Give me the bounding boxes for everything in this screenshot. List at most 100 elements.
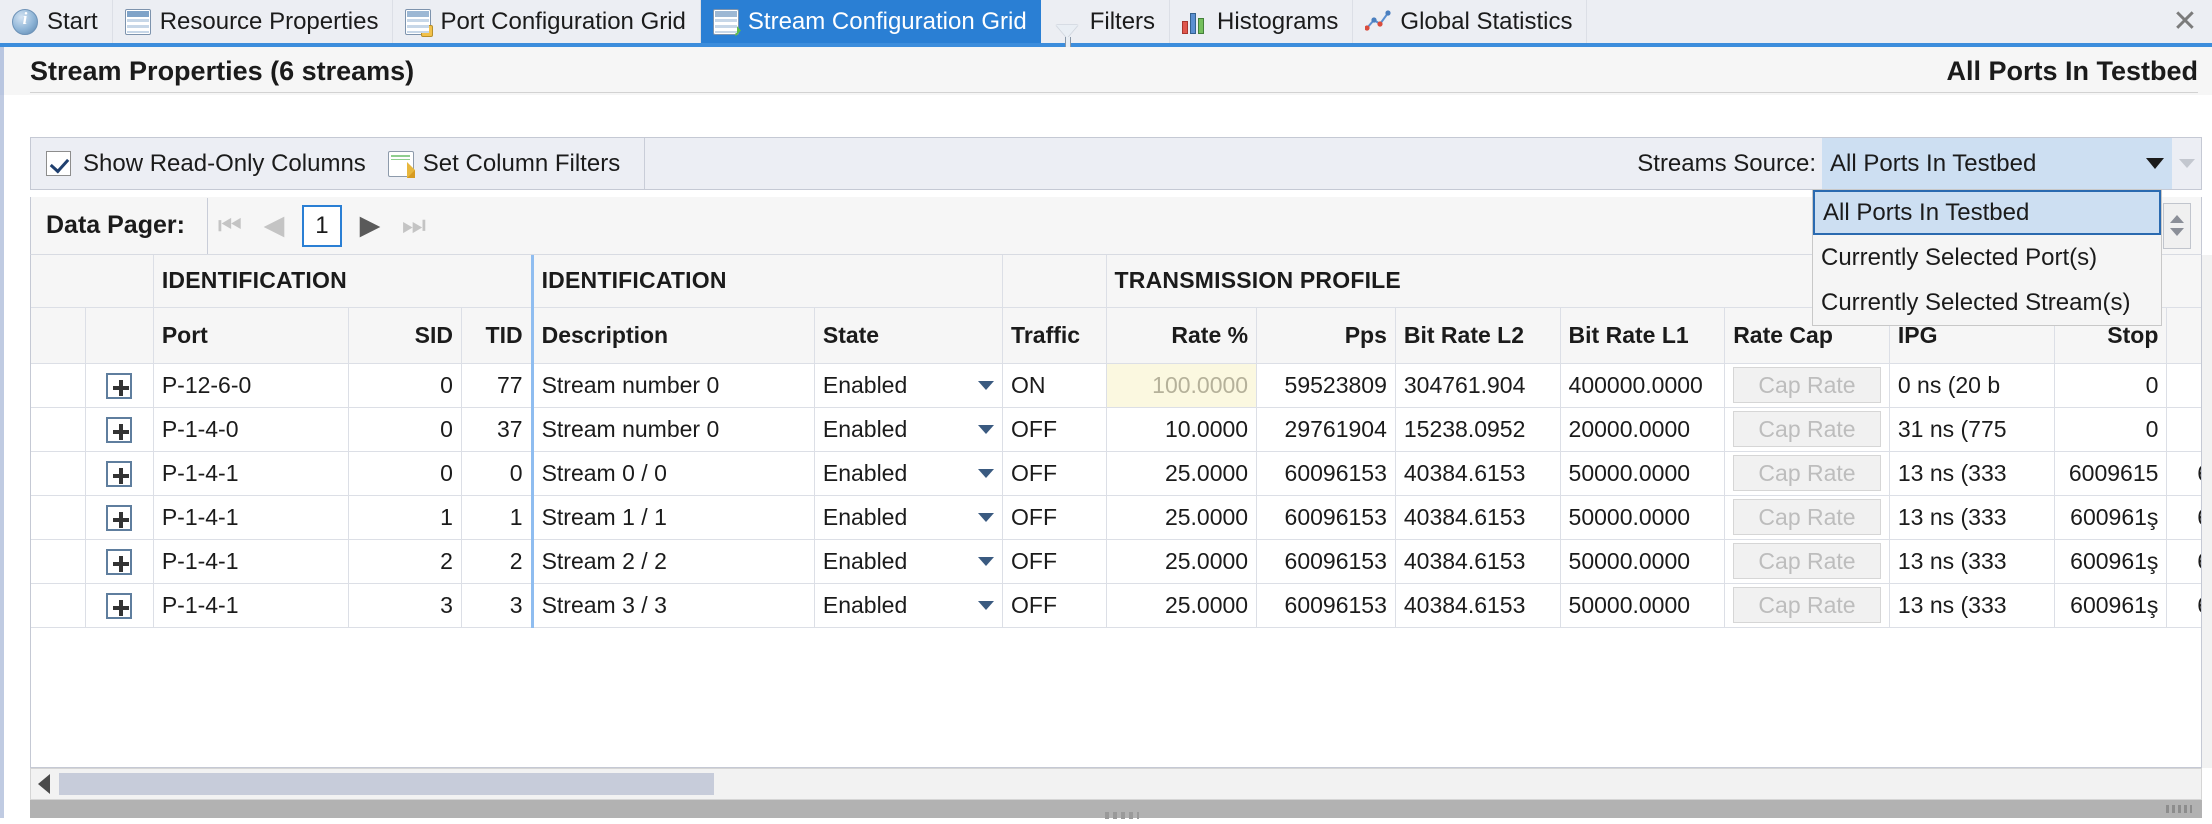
cell-traffic[interactable]: OFF <box>1002 495 1107 540</box>
dropdown-option-currently-selected-ports[interactable]: Currently Selected Port(s) <box>1813 235 2161 280</box>
cell-traffic[interactable]: ON <box>1002 363 1107 408</box>
cell-traffic[interactable]: OFF <box>1002 583 1107 628</box>
horizontal-scroll-thumb[interactable] <box>59 773 714 795</box>
cell-tid[interactable]: 0 <box>461 451 533 496</box>
cell-bit-rate-l1[interactable]: 50000.0000 <box>1560 539 1726 584</box>
cell-sid[interactable]: 0 <box>348 407 462 452</box>
cell-pps[interactable]: 29761904 <box>1256 407 1396 452</box>
stepper-up-icon[interactable] <box>2170 215 2184 223</box>
horizontal-scrollbar[interactable] <box>30 768 2202 800</box>
scroll-left-arrow-icon[interactable] <box>31 769 57 799</box>
cell-rate-percent[interactable]: 10.0000 <box>1106 407 1258 452</box>
cell-state[interactable]: Enabled <box>814 407 1004 452</box>
col-header-description[interactable]: Description <box>530 307 815 364</box>
cell-bit-rate-l1[interactable]: 400000.0000 <box>1560 363 1726 408</box>
cell-description[interactable]: Stream number 0 <box>530 407 815 452</box>
cell-stop[interactable]: 0 <box>2054 407 2168 452</box>
last-page-button[interactable]: ⏭ <box>392 197 436 255</box>
cell-rate-percent[interactable]: 100.0000 <box>1106 363 1258 408</box>
col-header-port[interactable]: Port <box>153 307 350 364</box>
cell-ipg[interactable]: 13 ns (333 <box>1889 495 2055 540</box>
dropdown-option-currently-selected-streams[interactable]: Currently Selected Stream(s) <box>1813 280 2161 325</box>
streams-source-dropdown-list[interactable]: All Ports In Testbed Currently Selected … <box>1812 189 2162 326</box>
cell-seq-pkt[interactable]: 600961ş <box>2166 495 2201 540</box>
col-header-seq-pkt[interactable]: Seq.Pkt <box>2166 307 2201 364</box>
cell-rate-cap[interactable]: Cap Rate <box>1724 407 1890 452</box>
page-number-stepper[interactable] <box>2163 202 2191 249</box>
cap-rate-button[interactable]: Cap Rate <box>1733 499 1881 535</box>
tab-port-configuration-grid[interactable]: Port Configuration Grid <box>393 0 701 43</box>
tab-resource-properties[interactable]: Resource Properties <box>113 0 394 43</box>
cell-port[interactable]: P-12-6-0 <box>153 363 350 408</box>
col-header-bit-rate-l1[interactable]: Bit Rate L1 <box>1560 307 1726 364</box>
cell-bit-rate-l2[interactable]: 40384.6153 <box>1395 539 1561 584</box>
cell-pps[interactable]: 59523809 <box>1256 363 1396 408</box>
row-expand-cell[interactable] <box>85 539 154 584</box>
cell-sid[interactable]: 0 <box>348 363 462 408</box>
row-expand-cell[interactable] <box>85 451 154 496</box>
prev-page-button[interactable]: ◀ <box>252 197 296 255</box>
cell-stop[interactable]: 600961ş <box>2054 539 2168 584</box>
cell-stop[interactable]: 0 <box>2054 363 2168 408</box>
cell-pps[interactable]: 60096153 <box>1256 583 1396 628</box>
cell-bit-rate-l1[interactable]: 50000.0000 <box>1560 451 1726 496</box>
cell-ipg[interactable]: 13 ns (333 <box>1889 583 2055 628</box>
col-header-rate-pct[interactable]: Rate % <box>1106 307 1258 364</box>
checkbox-box[interactable] <box>46 151 71 176</box>
cell-state[interactable]: Enabled <box>814 451 1004 496</box>
cell-port[interactable]: P-1-4-1 <box>153 583 350 628</box>
cap-rate-button[interactable]: Cap Rate <box>1733 367 1881 403</box>
cell-port[interactable]: P-1-4-0 <box>153 407 350 452</box>
cell-description[interactable]: Stream 2 / 2 <box>530 539 815 584</box>
cell-description[interactable]: Stream 3 / 3 <box>530 583 815 628</box>
row-expand-cell[interactable] <box>85 495 154 540</box>
close-icon[interactable]: ✕ <box>2158 0 2212 43</box>
cell-ipg[interactable]: 13 ns (333 <box>1889 451 2055 496</box>
cell-sid[interactable]: 2 <box>348 539 462 584</box>
cell-ipg[interactable]: 31 ns (775 <box>1889 407 2055 452</box>
cell-tid[interactable]: 1 <box>461 495 533 540</box>
tab-histograms[interactable]: Histograms <box>1170 0 1354 43</box>
cell-seq-pkt[interactable]: 1 <box>2166 363 2201 408</box>
cell-bit-rate-l2[interactable]: 40384.6153 <box>1395 583 1561 628</box>
cell-description[interactable]: Stream number 0 <box>530 363 815 408</box>
cell-seq-pkt[interactable]: 600961ş <box>2166 451 2201 496</box>
cell-rate-cap[interactable]: Cap Rate <box>1724 495 1890 540</box>
first-page-button[interactable]: ⏮ <box>208 197 252 255</box>
cell-state[interactable]: Enabled <box>814 363 1004 408</box>
expand-plus-icon[interactable] <box>106 592 133 619</box>
cell-port[interactable]: P-1-4-1 <box>153 539 350 584</box>
col-header-state[interactable]: State <box>814 307 1004 364</box>
resize-grip-icon[interactable] <box>2166 805 2192 813</box>
cell-sid[interactable]: 0 <box>348 451 462 496</box>
chevron-down-icon[interactable] <box>978 600 995 610</box>
row-selector-cell[interactable] <box>31 539 86 584</box>
table-row[interactable]: P-1-4-1 0 0 Stream 0 / 0 Enabled OFF 25.0000 60… <box>31 451 2201 496</box>
dropdown-option-all-ports-in-testbed[interactable]: All Ports In Testbed <box>1813 190 2161 235</box>
table-row[interactable]: P-1-4-0 0 37 Stream number 0 Enabled OFF 10.00… <box>31 407 2201 452</box>
set-column-filters-button[interactable]: Set Column Filters <box>387 150 620 178</box>
cell-rate-cap[interactable]: Cap Rate <box>1724 583 1890 628</box>
cell-description[interactable]: Stream 1 / 1 <box>530 495 815 540</box>
cell-bit-rate-l1[interactable]: 20000.0000 <box>1560 407 1726 452</box>
row-selector-cell[interactable] <box>31 407 86 452</box>
cell-port[interactable]: P-1-4-1 <box>153 451 350 496</box>
cell-tid[interactable]: 37 <box>461 407 533 452</box>
chevron-down-icon[interactable] <box>978 380 995 390</box>
cell-port[interactable]: P-1-4-1 <box>153 495 350 540</box>
row-selector-cell[interactable] <box>31 583 86 628</box>
chevron-down-icon[interactable] <box>978 468 995 478</box>
cell-bit-rate-l2[interactable]: 40384.6153 <box>1395 451 1561 496</box>
cell-sid[interactable]: 3 <box>348 583 462 628</box>
expand-plus-icon[interactable] <box>106 372 133 399</box>
col-header-tid[interactable]: TID <box>461 307 533 364</box>
col-header-sid[interactable]: SID <box>348 307 462 364</box>
col-header-bit-rate-l2[interactable]: Bit Rate L2 <box>1395 307 1561 364</box>
row-selector-cell[interactable] <box>31 495 86 540</box>
row-expand-cell[interactable] <box>85 407 154 452</box>
cell-sid[interactable]: 1 <box>348 495 462 540</box>
cell-traffic[interactable]: OFF <box>1002 407 1107 452</box>
cell-bit-rate-l2[interactable]: 304761.904 <box>1395 363 1561 408</box>
tab-global-statistics[interactable]: Global Statistics <box>1353 0 1588 43</box>
table-row[interactable]: P-1-4-1 2 2 Stream 2 / 2 Enabled OFF 25.0000 60… <box>31 539 2201 584</box>
